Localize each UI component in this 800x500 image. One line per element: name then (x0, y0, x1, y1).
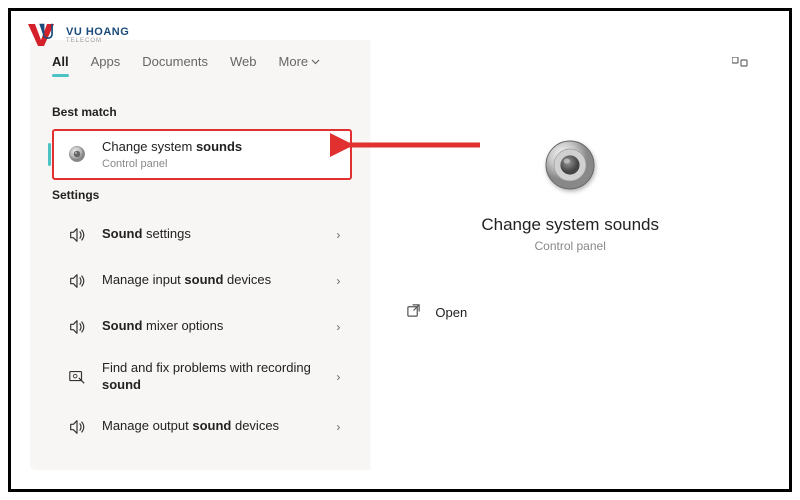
chevron-right-icon: › (336, 420, 340, 434)
best-match-heading: Best match (52, 105, 352, 119)
logo-mark-icon (28, 22, 62, 48)
results-list: Best match Change system sounds Control … (30, 83, 370, 450)
open-icon (406, 303, 421, 321)
result-title: Manage input sound devices (102, 272, 328, 289)
search-tabs: All Apps Documents Web More (30, 40, 770, 77)
logo-sub: TELECOM (66, 38, 129, 44)
open-action[interactable]: Open (400, 293, 740, 331)
best-match-title: Change system sounds (102, 139, 340, 156)
chevron-right-icon: › (336, 320, 340, 334)
chevron-right-icon: › (336, 370, 340, 384)
window-options-icon[interactable] (732, 57, 748, 74)
volume-icon (64, 268, 90, 294)
settings-item-mixer[interactable]: Sound mixer options › (52, 304, 352, 350)
open-label: Open (435, 305, 467, 320)
annotation-arrow-icon (330, 130, 490, 160)
result-title: Manage output sound devices (102, 418, 328, 435)
detail-sub: Control panel (534, 239, 605, 253)
chevron-down-icon (311, 59, 320, 65)
settings-item-output-devices[interactable]: Manage output sound devices › (52, 404, 352, 450)
settings-item-input-devices[interactable]: Manage input sound devices › (52, 258, 352, 304)
result-title: Sound mixer options (102, 318, 328, 335)
chevron-right-icon: › (336, 228, 340, 242)
best-match-sub: Control panel (102, 158, 340, 170)
settings-item-troubleshoot[interactable]: Find and fix problems with recording sou… (52, 350, 352, 404)
speaker-icon (64, 141, 90, 167)
tab-more-label: More (279, 54, 309, 69)
volume-icon (64, 222, 90, 248)
best-match-item[interactable]: Change system sounds Control panel (52, 129, 352, 180)
tab-more[interactable]: More (279, 54, 321, 77)
tab-documents[interactable]: Documents (142, 54, 208, 77)
troubleshoot-icon (64, 364, 90, 390)
settings-heading: Settings (52, 188, 352, 202)
result-title: Sound settings (102, 226, 328, 243)
result-title: Find and fix problems with recording sou… (102, 360, 328, 394)
watermark-logo: VU HOANG TELECOM (28, 22, 129, 48)
tab-apps[interactable]: Apps (91, 54, 121, 77)
volume-icon (64, 314, 90, 340)
speaker-large-icon (538, 133, 602, 197)
chevron-right-icon: › (336, 274, 340, 288)
search-results-panel: All Apps Documents Web More Best match (30, 40, 770, 470)
tab-all[interactable]: All (52, 54, 69, 77)
tab-web[interactable]: Web (230, 54, 257, 77)
logo-name: VU HOANG (66, 27, 129, 38)
detail-title: Change system sounds (481, 215, 659, 235)
settings-item-sound-settings[interactable]: Sound settings › (52, 212, 352, 258)
volume-icon (64, 414, 90, 440)
